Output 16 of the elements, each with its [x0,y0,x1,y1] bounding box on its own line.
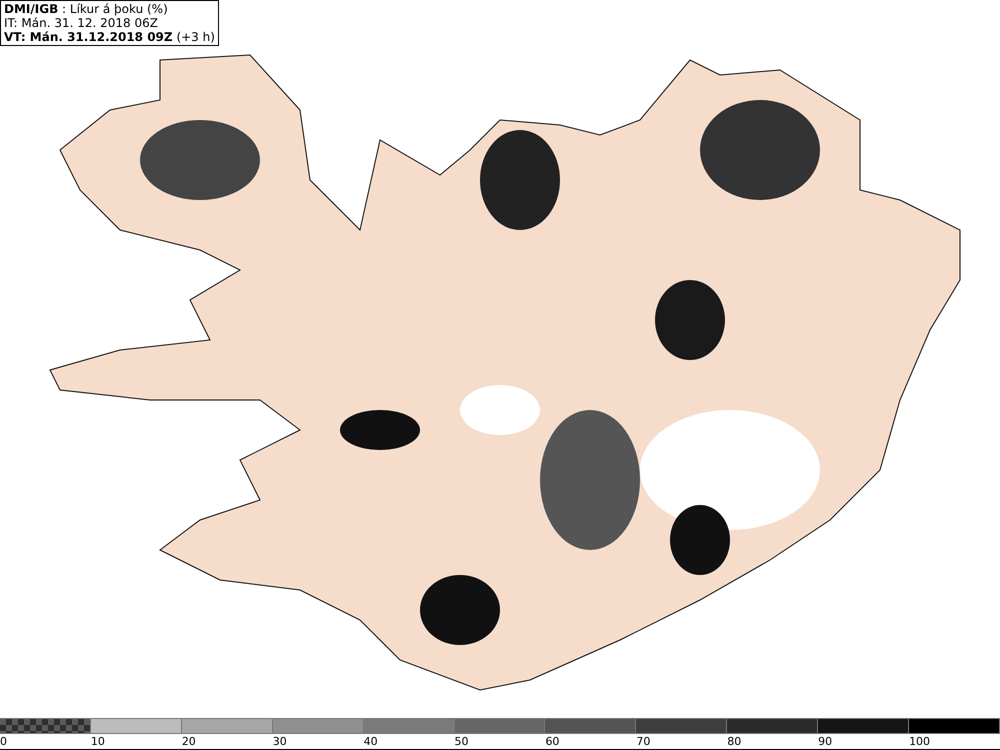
source-label: DMI/IGB [4,2,58,16]
legend-label: 10 [90,735,105,748]
legend-label: 100 [909,735,930,748]
legend-label: 30 [272,735,287,748]
legend-label: 70 [636,735,650,748]
legend-label: 40 [364,735,378,748]
lead-time: (+3 h) [176,30,215,44]
legend-label: 20 [182,735,196,748]
legend-label: 50 [454,735,469,748]
legend-label: 0 [0,735,7,748]
map-title: : Líkur á þoku (%) [62,2,168,16]
legend-label: 80 [727,735,742,748]
legend-label: 60 [545,735,560,748]
issue-time: IT: Mán. 31. 12. 2018 06Z [4,16,159,30]
valid-time: VT: Mán. 31.12.2018 09Z [4,30,173,44]
legend-label: 90 [818,735,832,748]
